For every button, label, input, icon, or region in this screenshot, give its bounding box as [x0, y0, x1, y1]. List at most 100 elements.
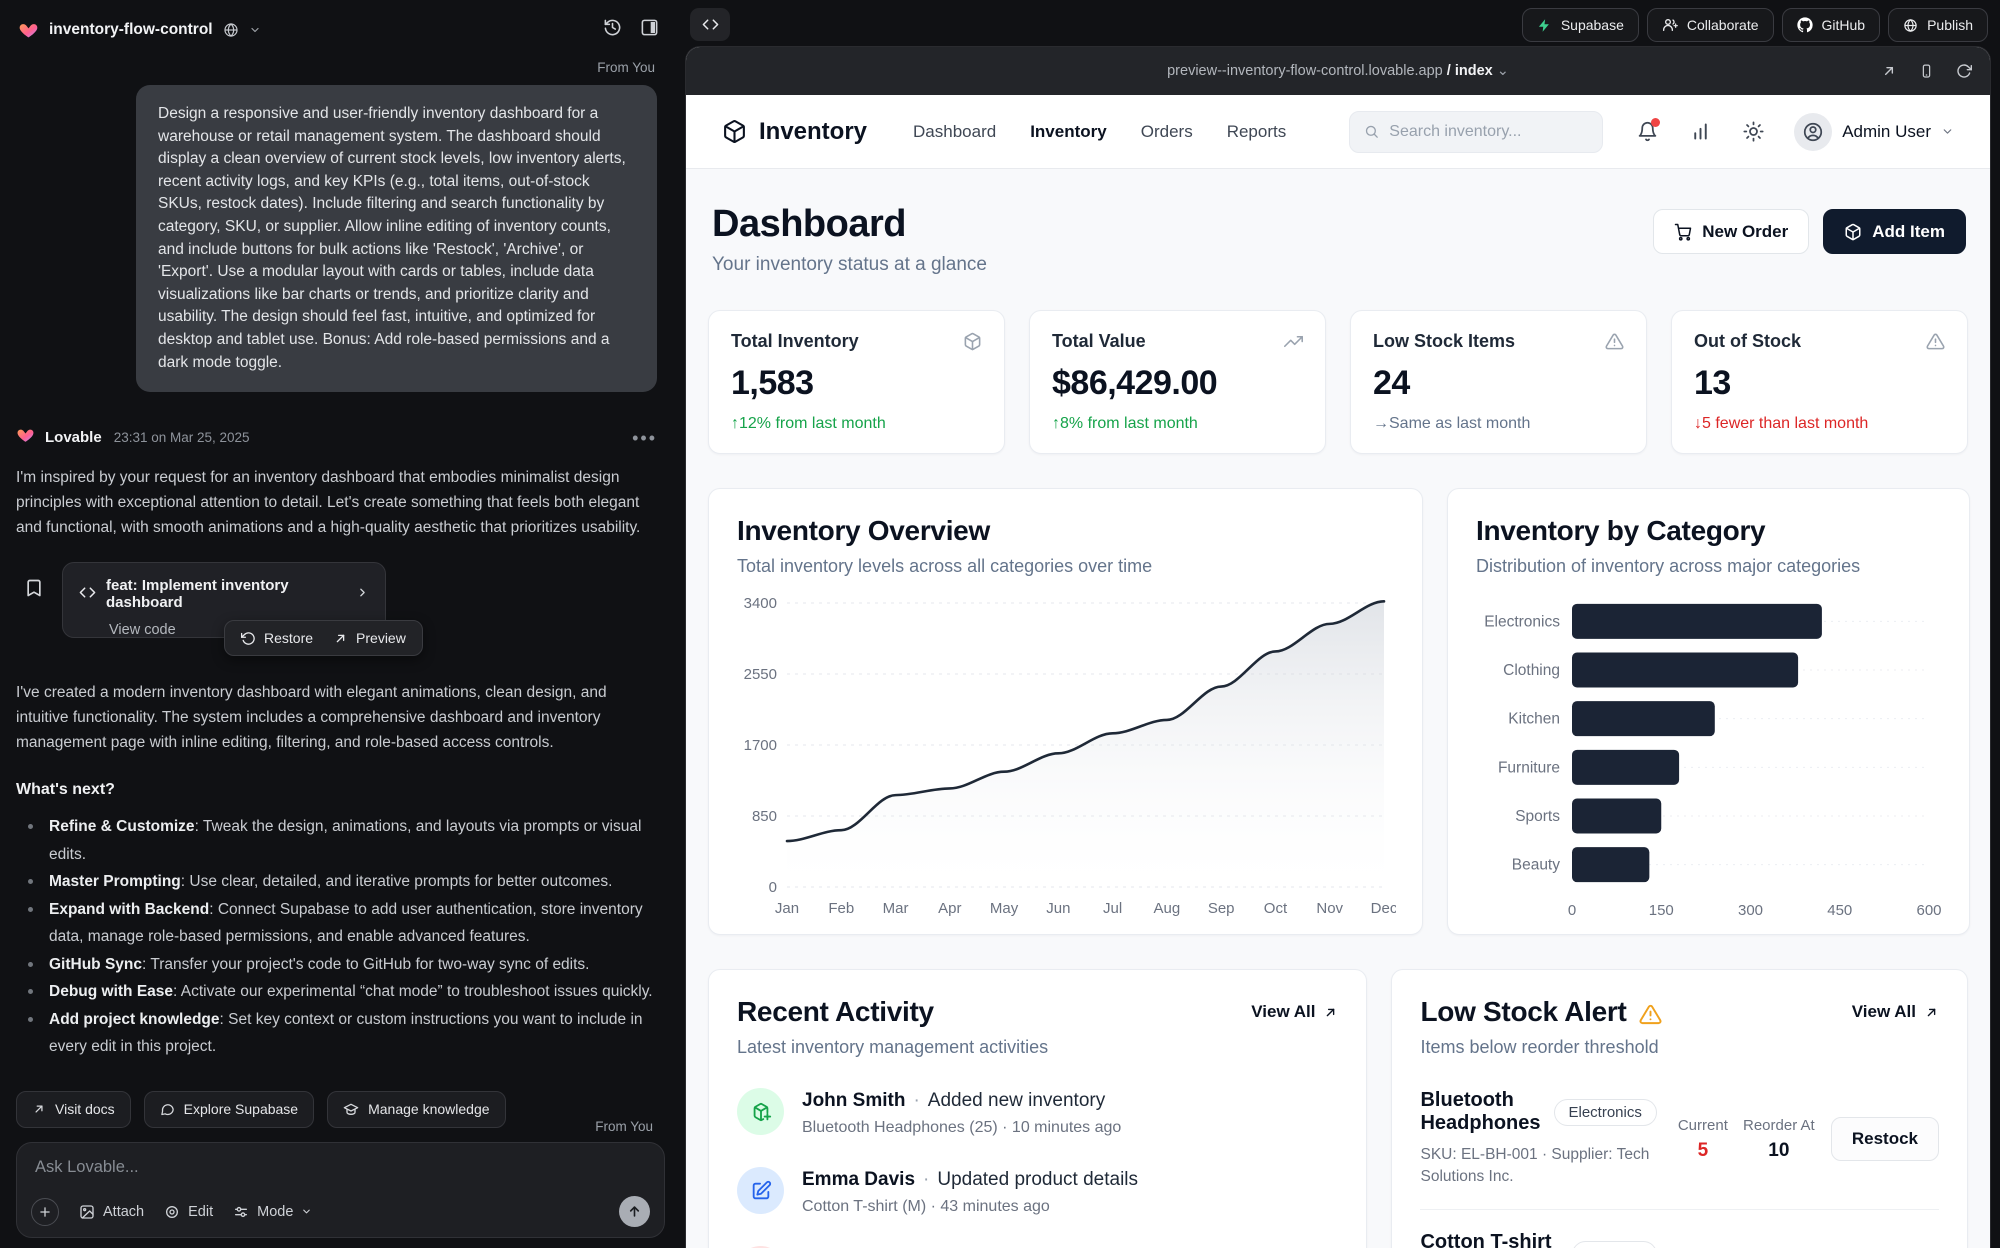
view-all-link[interactable]: View All — [1852, 1002, 1939, 1022]
svg-text:Apr: Apr — [938, 900, 961, 917]
package-icon — [722, 119, 747, 144]
user-menu[interactable]: Admin User — [1794, 113, 1954, 151]
commit-card-wrap: feat: Implement inventory dashboard View… — [24, 562, 657, 664]
chart-subtitle: Total inventory levels across all catego… — [737, 556, 1394, 577]
code-view-toggle-button[interactable] — [690, 8, 730, 41]
app-navbar: Inventory Dashboard Inventory Orders Rep… — [686, 95, 1990, 169]
inventory-by-category-card: Inventory by Category Distribution of in… — [1447, 488, 1970, 935]
search-icon — [1364, 123, 1379, 140]
supabase-button[interactable]: Supabase — [1522, 8, 1639, 42]
project-chevron-down-icon[interactable] — [249, 24, 261, 36]
inventory-by-category-bar-chart: ElectronicsClothingKitchenFurnitureSport… — [1476, 591, 1941, 921]
target-icon — [164, 1204, 180, 1220]
plus-button[interactable] — [31, 1198, 59, 1226]
search-input[interactable] — [1389, 123, 1588, 141]
svg-text:Jan: Jan — [775, 900, 799, 917]
add-item-button[interactable]: Add Item — [1823, 209, 1966, 254]
low-stock-row: Cotton T-shirt (M) Clothing SKU: CL-TS-M… — [1420, 1210, 1939, 1248]
mode-dropdown[interactable]: Mode — [233, 1204, 312, 1220]
chat-header: inventory-flow-control — [0, 0, 683, 52]
svg-text:2550: 2550 — [744, 666, 777, 683]
people-icon — [1662, 17, 1678, 33]
assistant-name: Lovable — [45, 429, 102, 446]
github-button[interactable]: GitHub — [1782, 8, 1881, 42]
theme-toggle-sun-icon[interactable] — [1743, 121, 1764, 142]
send-button[interactable] — [619, 1196, 650, 1227]
nav-dashboard[interactable]: Dashboard — [913, 122, 996, 142]
lovable-heart-avatar — [16, 426, 35, 449]
package-icon — [963, 332, 982, 351]
from-you-label: From You — [595, 1119, 653, 1134]
arrow-up-icon — [627, 1204, 642, 1219]
svg-text:150: 150 — [1649, 902, 1674, 919]
visit-docs-button[interactable]: Visit docs — [16, 1091, 131, 1128]
page-title: Dashboard — [712, 203, 987, 246]
manage-knowledge-button[interactable]: Manage knowledge — [327, 1091, 505, 1128]
svg-text:Jul: Jul — [1103, 900, 1122, 917]
assistant-message-header: Lovable 23:31 on Mar 25, 2025 ••• — [16, 426, 657, 449]
open-in-new-tab-icon[interactable] — [1881, 63, 1897, 79]
svg-text:Oct: Oct — [1264, 900, 1288, 917]
attach-button[interactable]: Attach — [79, 1204, 144, 1220]
svg-text:Feb: Feb — [828, 900, 854, 917]
panel-layout-icon[interactable] — [636, 14, 663, 46]
svg-text:Aug: Aug — [1154, 900, 1181, 917]
new-order-button[interactable]: New Order — [1653, 209, 1809, 254]
lovable-heart-logo — [18, 20, 39, 40]
notifications-bell-icon[interactable] — [1637, 121, 1658, 142]
avatar — [1794, 113, 1832, 151]
composer-controls: Attach Edit Mode — [31, 1196, 650, 1227]
low-stock-alert-card: Low Stock Alert Items below reorder thre… — [1391, 969, 1968, 1248]
svg-text:Electronics: Electronics — [1484, 613, 1560, 630]
svg-text:Sep: Sep — [1208, 900, 1235, 917]
chevron-right-icon — [356, 586, 369, 603]
svg-text:Clothing: Clothing — [1503, 662, 1560, 679]
chat-input[interactable] — [17, 1143, 664, 1187]
list-item: Master Prompting: Use clear, detailed, a… — [16, 868, 657, 896]
edit-pencil-icon — [737, 1167, 784, 1214]
trending-up-icon — [1284, 332, 1303, 351]
commit-title: feat: Implement inventory dashboard — [106, 577, 342, 611]
section-subtitle: Items below reorder threshold — [1420, 1037, 1661, 1058]
message-menu-icon[interactable]: ••• — [632, 433, 657, 443]
restore-button[interactable]: Restore — [241, 630, 313, 646]
alert-triangle-icon — [1639, 1003, 1662, 1026]
message-timestamp: 23:31 on Mar 25, 2025 — [114, 430, 250, 445]
section-subtitle: Latest inventory management activities — [737, 1037, 1048, 1058]
preview-url[interactable]: preview--inventory-flow-control.lovable.… — [686, 63, 1990, 79]
external-arrow-icon — [333, 631, 348, 646]
restock-button[interactable]: Restock — [1831, 1117, 1939, 1161]
notification-badge — [1651, 118, 1660, 127]
view-all-link[interactable]: View All — [1251, 1002, 1338, 1022]
kpi-row: Total Inventory 1,583 ↑12% from last mon… — [708, 310, 1968, 454]
activity-item: John Smith·Added new inventory Bluetooth… — [737, 1088, 1338, 1137]
search-box — [1349, 111, 1603, 153]
project-name: inventory-flow-control — [49, 21, 213, 39]
list-item: Expand with Backend: Connect Supabase to… — [16, 896, 657, 951]
nav-reports[interactable]: Reports — [1227, 122, 1287, 142]
globe-icon — [1903, 18, 1918, 33]
page-subtitle: Your inventory status at a glance — [712, 254, 987, 276]
preview-button[interactable]: Preview — [333, 630, 406, 646]
nav-inventory[interactable]: Inventory — [1030, 122, 1107, 142]
user-message: Design a responsive and user-friendly in… — [136, 85, 657, 392]
refresh-icon[interactable] — [1956, 63, 1972, 79]
app-brand: Inventory — [722, 118, 867, 146]
kpi-low-stock: Low Stock Items 24 →Same as last month — [1350, 310, 1647, 454]
collaborate-button[interactable]: Collaborate — [1647, 8, 1774, 42]
nav-orders[interactable]: Orders — [1141, 122, 1193, 142]
publish-button[interactable]: Publish — [1888, 8, 1988, 42]
navbar-icons — [1637, 121, 1764, 142]
next-steps-list: Refine & Customize: Tweak the design, an… — [16, 813, 657, 1061]
history-icon[interactable] — [599, 14, 626, 46]
external-arrow-icon — [32, 1102, 46, 1116]
analytics-icon[interactable] — [1690, 121, 1711, 142]
explore-supabase-button[interactable]: Explore Supabase — [144, 1091, 314, 1128]
svg-text:Beauty: Beauty — [1512, 857, 1561, 874]
list-item: GitHub Sync: Transfer your project's cod… — [16, 951, 657, 979]
mobile-view-icon[interactable] — [1919, 63, 1934, 79]
edit-button[interactable]: Edit — [164, 1204, 213, 1220]
bookmark-icon[interactable] — [24, 578, 44, 664]
svg-text:300: 300 — [1738, 902, 1763, 919]
chart-title: Inventory by Category — [1476, 515, 1941, 547]
